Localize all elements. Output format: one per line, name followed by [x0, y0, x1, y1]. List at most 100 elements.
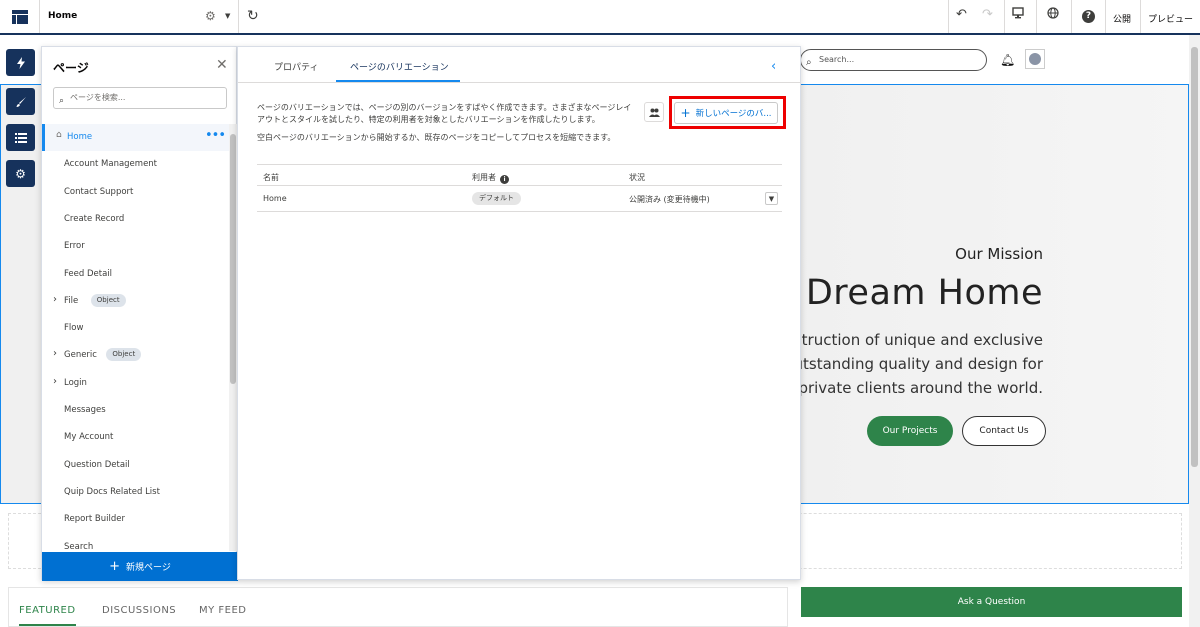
- chevron-right-icon[interactable]: ›: [53, 348, 57, 359]
- divider: [1071, 0, 1072, 33]
- page-list-item-label: Report Builder: [64, 514, 125, 525]
- variations-description: アウトとスタイルを試したり、特定の利用者を対象としたバリエーションを作成したりし…: [257, 115, 600, 124]
- divider: [1140, 0, 1141, 33]
- plus-icon: +: [680, 106, 691, 120]
- builder-toolbar: Home ⚙ ▼ ↻ ↶ ↷ ? 公開 プレビュー: [0, 0, 1200, 35]
- our-projects-button[interactable]: Our Projects: [867, 416, 953, 446]
- chevron-right-icon[interactable]: ›: [53, 376, 57, 387]
- variations-description: 空白ページのバリエーションから開始するか、既存のページをコピーしてプロセスを短縮…: [257, 133, 616, 142]
- bell-icon[interactable]: 🔔︎: [1000, 53, 1015, 67]
- close-icon[interactable]: ✕: [216, 57, 228, 73]
- help-icon[interactable]: ?: [1082, 10, 1095, 23]
- new-variation-label: 新しいページのバ...: [695, 109, 772, 119]
- page-list-item[interactable]: Account Management: [42, 151, 229, 178]
- new-page-variation-button[interactable]: + 新しいページのバ...: [674, 102, 778, 124]
- avatar[interactable]: [1025, 49, 1045, 69]
- chevron-down-icon[interactable]: ▼: [225, 12, 230, 20]
- row-actions-chevron-down-icon[interactable]: ▼: [765, 192, 778, 205]
- refresh-icon[interactable]: ↻: [247, 8, 259, 24]
- page-list-item[interactable]: › Login: [42, 370, 229, 397]
- page-list-item[interactable]: › Generic Object: [42, 342, 229, 369]
- settings-icon[interactable]: ⚙: [6, 160, 35, 187]
- page-list-item[interactable]: Flow: [42, 315, 229, 342]
- desktop-icon[interactable]: [1012, 7, 1024, 23]
- table-row[interactable]: Home デフォルト 公開済み (変更待機中) ▼: [257, 186, 782, 212]
- page-list-item[interactable]: Feed Detail: [42, 261, 229, 288]
- feed-tabs: FEATURED DISCUSSIONS MY FEED: [8, 587, 788, 627]
- page-list-item-label: Home: [67, 132, 93, 142]
- page-list-item[interactable]: › File Object: [42, 288, 229, 315]
- list-icon[interactable]: [6, 124, 35, 151]
- page-list-item-label: Account Management: [64, 159, 158, 170]
- page-list-item-label: Login: [64, 377, 87, 388]
- gear-icon[interactable]: ⚙: [205, 9, 216, 23]
- page-list-scrollbar[interactable]: [229, 124, 237, 551]
- tab-featured[interactable]: FEATURED: [19, 605, 76, 626]
- page-list-item[interactable]: Messages: [42, 397, 229, 424]
- page-list-scrollbar-thumb[interactable]: [230, 134, 236, 384]
- tab-discussions[interactable]: DISCUSSIONS: [102, 605, 176, 616]
- variations-table: 名前 利用者 i 状況 Home デフォルト 公開済み (変更待機中) ▼: [257, 164, 782, 212]
- info-icon[interactable]: i: [500, 175, 509, 184]
- page-properties-panel: プロパティ ページのバリエーション ‹ ページのバリエーションでは、ページの別の…: [237, 46, 801, 580]
- publish-button[interactable]: 公開: [1113, 12, 1131, 25]
- audience-badge: デフォルト: [472, 192, 521, 205]
- column-status: 状況: [629, 173, 645, 182]
- divider: [1036, 0, 1037, 33]
- divider: [238, 82, 800, 83]
- page-list-item-label: Feed Detail: [64, 268, 113, 279]
- page-list-item[interactable]: Quip Docs Related List: [42, 479, 229, 506]
- page-list-item-label: Quip Docs Related List: [64, 486, 160, 497]
- panel-title: ページ: [53, 61, 89, 75]
- page-list: ⌂ Home ••• Account Management Contact Suppor…: [42, 124, 229, 551]
- column-audience: 利用者 i: [472, 172, 509, 184]
- page-list-item[interactable]: Question Detail: [42, 452, 229, 479]
- site-search-input[interactable]: ⌕ Search...: [800, 49, 987, 71]
- row-name: Home: [263, 194, 287, 203]
- site-search-placeholder: Search...: [819, 55, 855, 64]
- page-title[interactable]: Home: [48, 11, 77, 21]
- object-badge: Object: [106, 348, 142, 362]
- tab-properties[interactable]: プロパティ: [274, 60, 318, 73]
- preview-button[interactable]: プレビュー: [1148, 12, 1193, 25]
- undo-icon[interactable]: ↶: [956, 7, 967, 22]
- page-search-placeholder: ページを検索...: [70, 93, 126, 102]
- canvas-scrollbar-thumb[interactable]: [1191, 47, 1198, 467]
- row-status: 公開済み (変更待機中): [629, 195, 710, 204]
- chevron-right-icon[interactable]: ›: [53, 294, 57, 305]
- page-list-item[interactable]: Search: [42, 534, 229, 552]
- page-list-item[interactable]: ⌂ Home •••: [42, 124, 229, 151]
- page-list-item-label: Create Record: [64, 213, 125, 224]
- page-list-item[interactable]: Error: [42, 233, 229, 260]
- user-avatar-icon: [1029, 53, 1041, 65]
- page-list-item[interactable]: Contact Support: [42, 179, 229, 206]
- page-list-item-label: Flow: [64, 323, 84, 334]
- audience-icon[interactable]: [644, 102, 664, 122]
- page-list-item[interactable]: Create Record: [42, 206, 229, 233]
- new-page-label: 新規ページ: [126, 563, 171, 573]
- pages-panel: ページ ✕ ⌕ ページを検索... ⌂ Home ••• Account Manage…: [41, 46, 238, 581]
- redo-icon: ↷: [982, 7, 993, 22]
- table-header: 名前 利用者 i 状況: [257, 164, 782, 186]
- page-list-item[interactable]: My Account: [42, 424, 229, 451]
- more-actions-icon[interactable]: •••: [205, 128, 226, 143]
- globe-icon[interactable]: [1047, 7, 1059, 23]
- lightning-icon[interactable]: [6, 49, 35, 76]
- contact-us-button[interactable]: Contact Us: [962, 416, 1046, 446]
- layout-icon[interactable]: [0, 0, 40, 33]
- divider: [948, 0, 949, 33]
- page-search-input[interactable]: ⌕ ページを検索...: [53, 87, 227, 109]
- page-list-item-label: Error: [64, 241, 85, 252]
- canvas-scrollbar[interactable]: [1189, 35, 1200, 627]
- hero-title: Dream Home: [805, 273, 1043, 313]
- object-badge: Object: [90, 293, 126, 307]
- ask-question-button[interactable]: Ask a Question: [801, 587, 1182, 617]
- tab-my-feed[interactable]: MY FEED: [199, 605, 247, 616]
- page-list-item[interactable]: Report Builder: [42, 506, 229, 533]
- plus-icon: +: [109, 559, 121, 574]
- page-list-item-label: File: [64, 295, 79, 306]
- new-page-button[interactable]: + 新規ページ: [42, 552, 238, 581]
- tab-page-variations[interactable]: ページのバリエーション: [350, 60, 449, 73]
- brush-icon[interactable]: [6, 88, 35, 115]
- chevron-left-icon[interactable]: ‹: [771, 59, 776, 74]
